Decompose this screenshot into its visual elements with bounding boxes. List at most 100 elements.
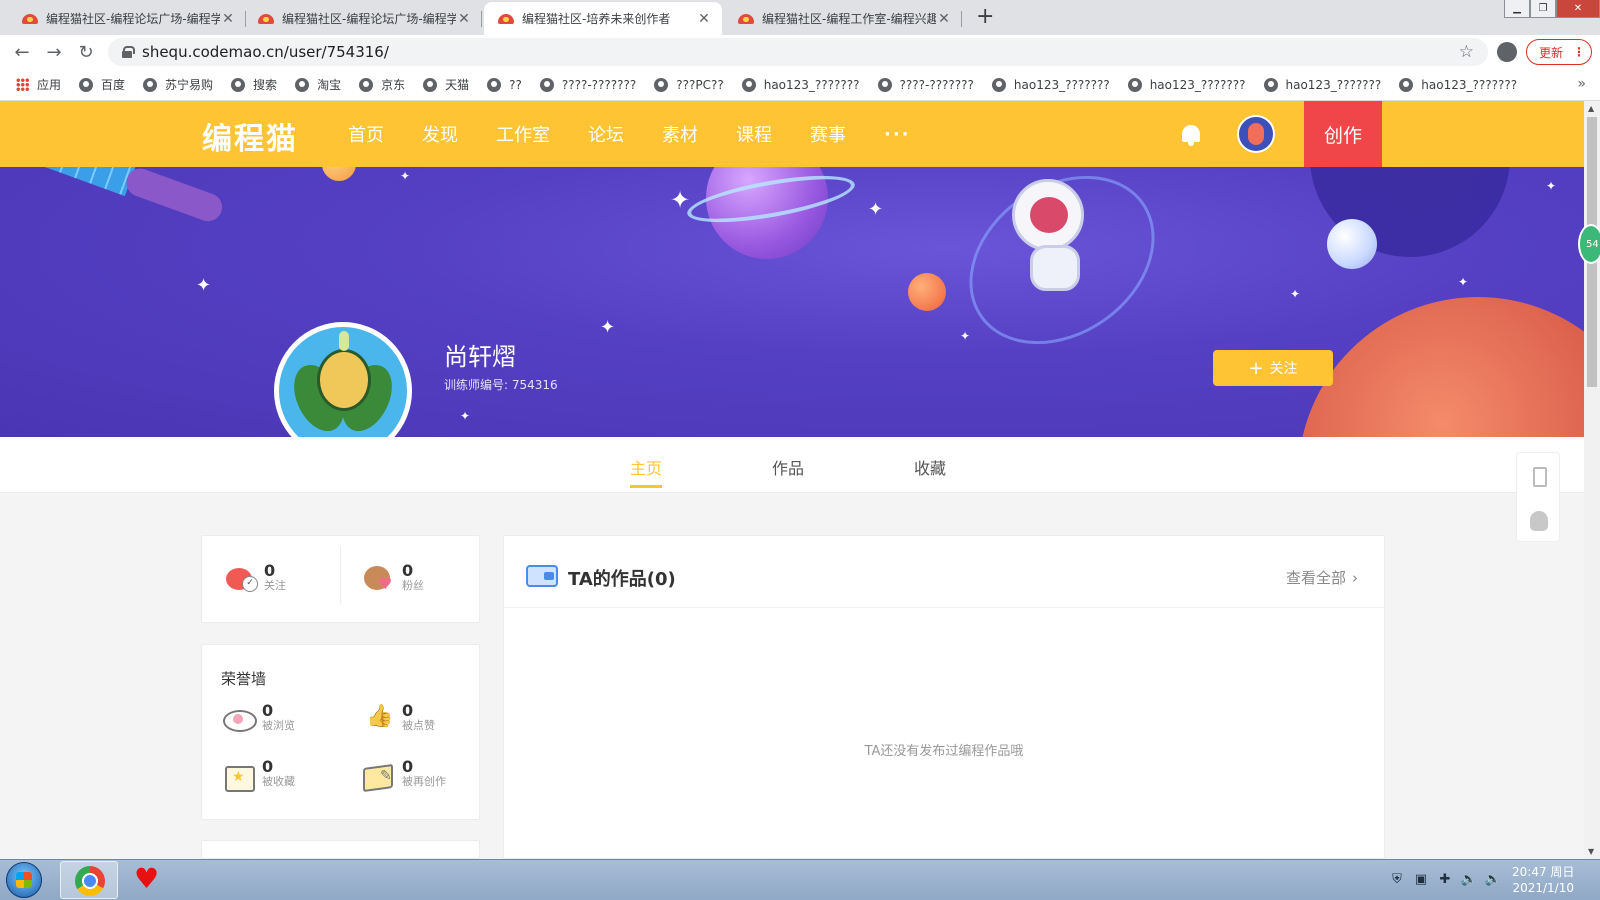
nav-courses[interactable]: 课程 xyxy=(736,121,772,147)
nav-forum[interactable]: 论坛 xyxy=(588,121,624,147)
edge-badge[interactable]: 54 xyxy=(1578,224,1600,264)
close-icon[interactable]: ✕ xyxy=(220,11,236,27)
bookmark-item[interactable]: hao123_??????? xyxy=(741,77,860,92)
profile-tabs: 主页 作品 收藏 xyxy=(0,437,1584,493)
page-scrollbar[interactable]: ▲ ▼ xyxy=(1584,101,1600,859)
new-tab-plus-icon[interactable]: + xyxy=(976,5,994,29)
heart-app-icon[interactable]: ♥ xyxy=(134,864,159,894)
browser-tab-title: 编程猫社区-编程工作室-编程兴趣 xyxy=(762,12,936,26)
site-header: 编程猫 首页 发现 工作室 论坛 素材 课程 赛事 ··· 创作 xyxy=(0,101,1584,167)
tab-favorites[interactable]: 收藏 xyxy=(914,455,946,479)
site-logo[interactable]: 编程猫 xyxy=(202,114,298,158)
globe-icon xyxy=(1263,77,1278,92)
globe-icon xyxy=(79,77,94,92)
reload-icon[interactable]: ↻ xyxy=(70,42,102,63)
active-tab-underline xyxy=(630,485,663,488)
view-all-link[interactable]: 查看全部 › xyxy=(1286,567,1358,588)
bookmark-item[interactable]: hao123_??????? xyxy=(1263,77,1381,92)
network-icon[interactable]: ▣ xyxy=(1412,871,1430,889)
close-icon[interactable]: ✕ xyxy=(696,11,712,27)
bookmark-item[interactable]: hao123_??????? xyxy=(991,77,1110,92)
nav-contests[interactable]: 赛事 xyxy=(810,121,846,147)
url-text: shequ.codemao.cn/user/754316/ xyxy=(142,43,389,61)
back-arrow-icon[interactable]: ← xyxy=(6,42,38,63)
scroll-up-icon[interactable]: ▲ xyxy=(1588,104,1594,113)
qq-penguin-icon[interactable] xyxy=(1530,511,1548,531)
speaker-icon[interactable]: 🔈 xyxy=(1460,871,1478,889)
bookmark-item[interactable]: hao123_??????? xyxy=(1127,77,1246,92)
works-title: TA的作品(0) xyxy=(568,569,676,590)
scroll-down-icon[interactable]: ▼ xyxy=(1588,847,1594,856)
nav-studio[interactable]: 工作室 xyxy=(496,121,550,147)
profile-icon[interactable] xyxy=(1497,42,1517,62)
thumbs-up-icon xyxy=(362,702,394,734)
user-avatar[interactable] xyxy=(1237,115,1275,153)
volume-icon[interactable]: 🔉 xyxy=(1484,871,1502,889)
bookmark-item[interactable]: 搜索 xyxy=(231,76,277,93)
restore-icon[interactable]: ❐ xyxy=(1530,0,1556,18)
shield-icon[interactable]: ⛨ xyxy=(1388,871,1406,889)
forward-arrow-icon[interactable]: → xyxy=(38,42,70,63)
tab-works[interactable]: 作品 xyxy=(772,455,804,479)
fans-icon xyxy=(362,562,394,594)
honor-wall-title: 荣誉墙 xyxy=(221,670,267,688)
browser-tab-active[interactable]: 编程猫社区-培养未来创作者 ✕ xyxy=(484,2,722,35)
bookmark-item[interactable]: 京东 xyxy=(359,76,405,93)
globe-icon xyxy=(654,77,669,92)
window-controls: ▁ ❐ ✕ xyxy=(1504,0,1600,18)
taskbar-clock[interactable]: 20:47 周日 2021/1/10 xyxy=(1512,864,1574,896)
satellite-illustration xyxy=(24,167,236,249)
address-bar[interactable]: shequ.codemao.cn/user/754316/ ☆ xyxy=(108,38,1488,66)
profile-username: 尚轩熠 xyxy=(444,343,516,371)
bookmark-item[interactable]: ???PC?? xyxy=(654,77,724,92)
plus-tray-icon[interactable]: ✚ xyxy=(1436,871,1454,889)
close-icon[interactable]: ✕ xyxy=(936,11,952,27)
globe-icon xyxy=(991,77,1006,92)
bell-icon[interactable] xyxy=(1180,123,1202,147)
chrome-taskbar-icon[interactable] xyxy=(60,861,118,899)
window-close-icon[interactable]: ✕ xyxy=(1556,0,1600,18)
tablet-icon[interactable] xyxy=(1533,467,1547,487)
codemao-favicon-icon xyxy=(258,12,274,26)
sparkle-icon: ✦ xyxy=(400,169,411,183)
sparkle-icon: ✦ xyxy=(960,329,971,343)
globe-icon xyxy=(487,77,502,92)
following-stat[interactable]: 0 关注 xyxy=(224,562,286,594)
chevron-double-right-icon[interactable]: » xyxy=(1577,76,1586,92)
bookmark-item[interactable]: ????-??????? xyxy=(539,77,636,92)
bookmark-item[interactable]: hao123_??????? xyxy=(1399,77,1517,92)
nav-home[interactable]: 首页 xyxy=(348,121,384,147)
bookmark-item[interactable]: 天猫 xyxy=(423,76,469,93)
bookmark-item[interactable]: ?? xyxy=(487,77,522,92)
follow-button[interactable]: + 关注 xyxy=(1213,350,1333,386)
tab-home[interactable]: 主页 xyxy=(630,455,663,488)
bookmark-item[interactable]: ????-??????? xyxy=(877,77,974,92)
nav-discover[interactable]: 发现 xyxy=(422,121,458,147)
create-button[interactable]: 创作 xyxy=(1304,101,1382,167)
browser-tab[interactable]: 编程猫社区-编程论坛广场-编程学 ✕ xyxy=(8,2,246,35)
sparkle-icon: ✦ xyxy=(1290,287,1301,301)
bookmark-item[interactable]: 淘宝 xyxy=(295,76,341,93)
globe-icon xyxy=(231,77,246,92)
browser-toolbar: ← → ↻ shequ.codemao.cn/user/754316/ ☆ 更新… xyxy=(0,35,1600,69)
codemao-favicon-icon xyxy=(22,12,38,26)
windows-start-icon[interactable] xyxy=(6,862,42,898)
close-icon[interactable]: ✕ xyxy=(456,11,472,27)
browser-tab[interactable]: 编程猫社区-编程工作室-编程兴趣 ✕ xyxy=(724,2,962,35)
floating-side-tools xyxy=(1516,452,1560,542)
update-button[interactable]: 更新 ⋮ xyxy=(1526,39,1592,65)
browser-tab[interactable]: 编程猫社区-编程论坛广场-编程学 ✕ xyxy=(244,2,482,35)
nav-materials[interactable]: 素材 xyxy=(662,121,698,147)
fans-stat[interactable]: 0 粉丝 xyxy=(362,562,424,594)
nav-more[interactable]: ··· xyxy=(884,124,911,145)
red-planet-decoration xyxy=(1298,297,1584,437)
honor-remixes: 0 被再创作 xyxy=(362,758,446,790)
bookmark-star-icon[interactable]: ☆ xyxy=(1459,42,1474,62)
minimize-icon[interactable]: ▁ xyxy=(1504,0,1530,18)
browser-tab-strip: 编程猫社区-编程论坛广场-编程学 ✕ 编程猫社区-编程论坛广场-编程学 ✕ 编程… xyxy=(0,0,1600,35)
bookmark-item[interactable]: 百度 xyxy=(79,76,125,93)
bookmark-item[interactable]: 苏宁易购 xyxy=(143,76,213,93)
eye-icon xyxy=(222,702,257,734)
bookmark-item[interactable]: 应用 xyxy=(16,76,61,93)
profile-trainer-id: 训练师编号: 754316 xyxy=(444,378,558,392)
